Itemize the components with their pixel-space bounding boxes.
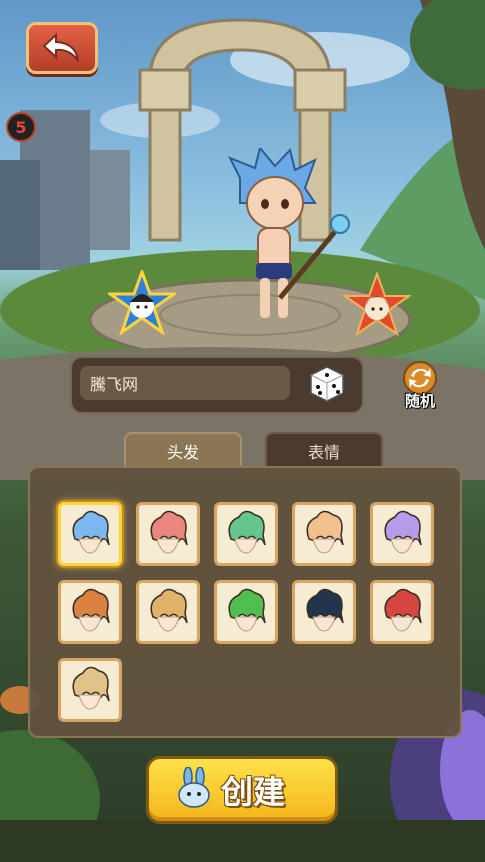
nickname-input[interactable] bbox=[80, 366, 290, 400]
hair-style-icon bbox=[228, 588, 266, 632]
random-label: 随机 bbox=[404, 393, 435, 410]
create-label: 创建 bbox=[221, 774, 286, 810]
dice-icon[interactable] bbox=[308, 365, 346, 403]
hair-option[interactable] bbox=[58, 580, 122, 644]
back-arrow-icon bbox=[42, 33, 79, 62]
hair-style-icon bbox=[72, 666, 110, 710]
hair-option[interactable] bbox=[292, 502, 356, 566]
tab-hair[interactable]: 头发 bbox=[124, 432, 242, 468]
nickname-bar bbox=[70, 356, 364, 414]
energy-badge: 5 bbox=[6, 112, 36, 142]
random-button[interactable]: 随机 bbox=[396, 360, 444, 416]
rabbit-mascot-icon bbox=[178, 767, 210, 808]
hair-option[interactable] bbox=[370, 580, 434, 644]
hair-style-icon bbox=[306, 588, 344, 632]
hair-style-icon bbox=[150, 588, 188, 632]
back-button[interactable] bbox=[26, 22, 98, 74]
hair-option[interactable] bbox=[292, 580, 356, 644]
tab-expression[interactable]: 表情 bbox=[265, 432, 383, 468]
hair-option[interactable] bbox=[58, 502, 122, 566]
hair-style-icon bbox=[384, 510, 422, 554]
female-avatar-button[interactable] bbox=[343, 272, 411, 340]
hair-option[interactable] bbox=[214, 502, 278, 566]
hair-style-icon bbox=[306, 510, 344, 554]
male-avatar-button[interactable] bbox=[108, 270, 176, 338]
hair-option[interactable] bbox=[58, 658, 122, 722]
hair-option[interactable] bbox=[214, 580, 278, 644]
player-character bbox=[227, 148, 350, 318]
hair-option[interactable] bbox=[136, 580, 200, 644]
hair-style-icon bbox=[150, 510, 188, 554]
hair-style-icon bbox=[228, 510, 266, 554]
create-button[interactable]: 创建 bbox=[146, 756, 338, 824]
hair-option[interactable] bbox=[370, 502, 434, 566]
hair-style-icon bbox=[72, 510, 110, 554]
hair-option[interactable] bbox=[136, 502, 200, 566]
hair-style-icon bbox=[384, 588, 422, 632]
hair-style-icon bbox=[72, 588, 110, 632]
